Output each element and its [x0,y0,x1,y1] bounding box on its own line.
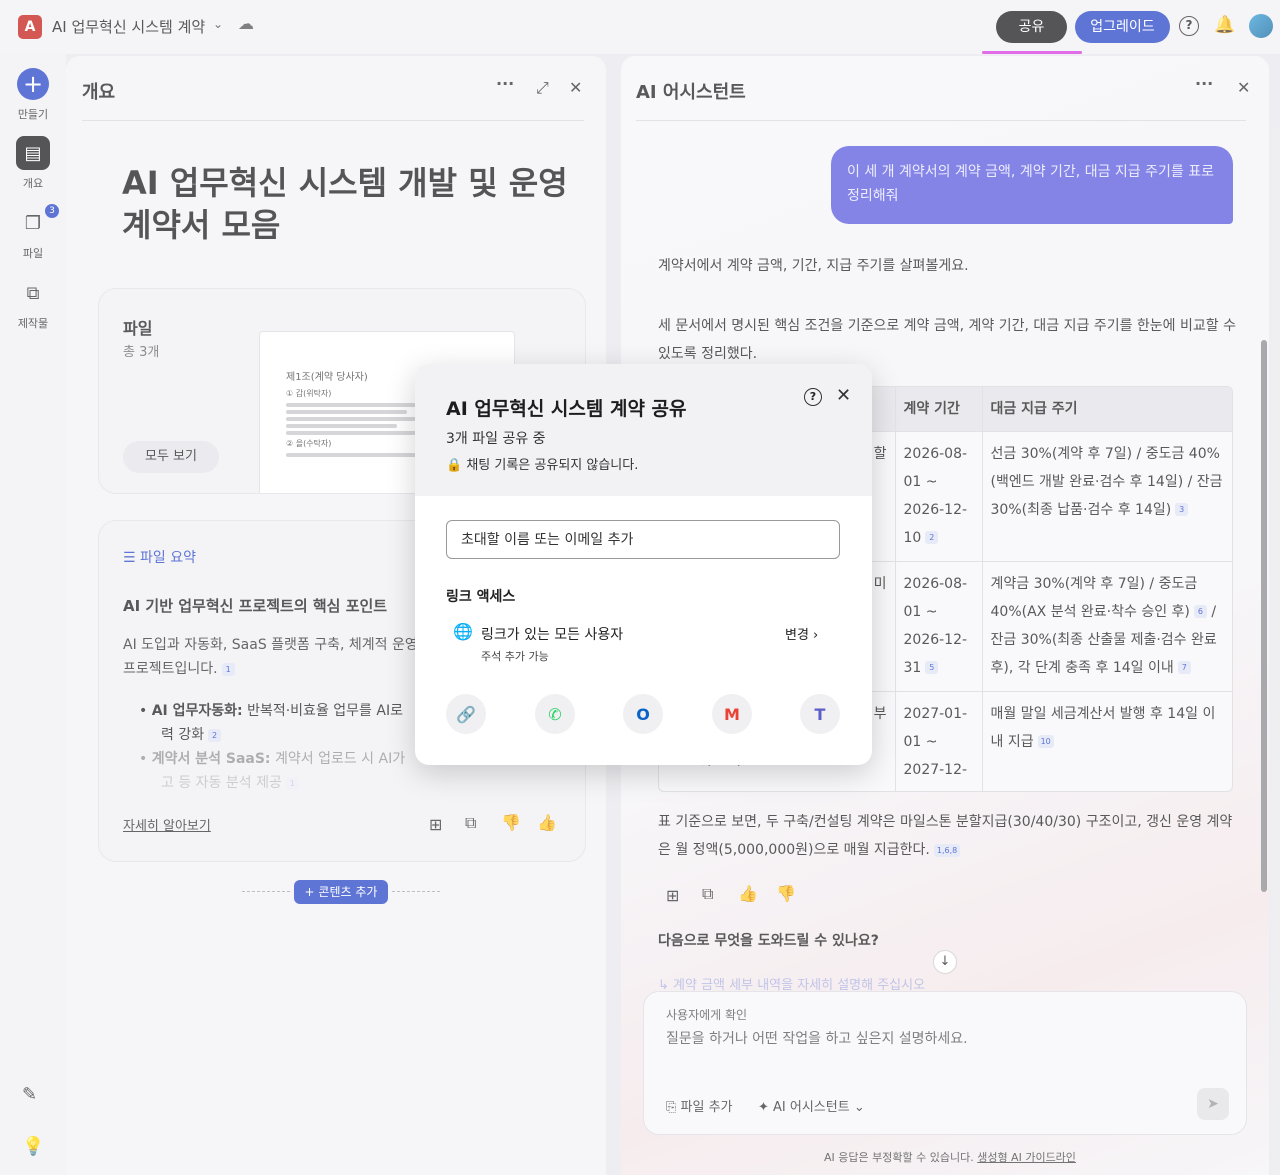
help-icon[interactable]: ? [804,388,822,406]
change-label: 변경 [785,628,809,643]
dialog-subtitle: 3개 파일 공유 중 [446,431,546,447]
link-icon[interactable]: 🔗 [446,694,486,734]
access-option: 링크가 있는 모든 사용자 [481,627,624,643]
gmail-icon[interactable]: M [712,694,752,734]
share-dialog: AI 업무혁신 시스템 계약 공유 ? ✕ 3개 파일 공유 중 🔒 채팅 기록… [415,364,872,765]
globe-icon: 🌐 [453,622,473,641]
access-permission: 주석 추가 가능 [481,650,549,663]
dialog-title: AI 업무혁신 시스템 계약 공유 [446,398,687,420]
close-icon[interactable]: ✕ [836,385,851,406]
whatsapp-icon[interactable]: ✆ [535,694,575,734]
outlook-icon[interactable]: O [623,694,663,734]
teams-icon[interactable]: T [800,694,840,734]
privacy-note: 🔒 채팅 기록은 공유되지 않습니다. [446,454,638,473]
change-access-button[interactable]: 변경 › [785,624,818,643]
chevron-right-icon: › [808,628,819,643]
link-access-label: 링크 액세스 [446,589,516,605]
lock-icon: 🔒 [446,458,467,473]
privacy-note-text: 채팅 기록은 공유되지 않습니다. [466,458,639,473]
invite-input[interactable] [446,520,840,559]
